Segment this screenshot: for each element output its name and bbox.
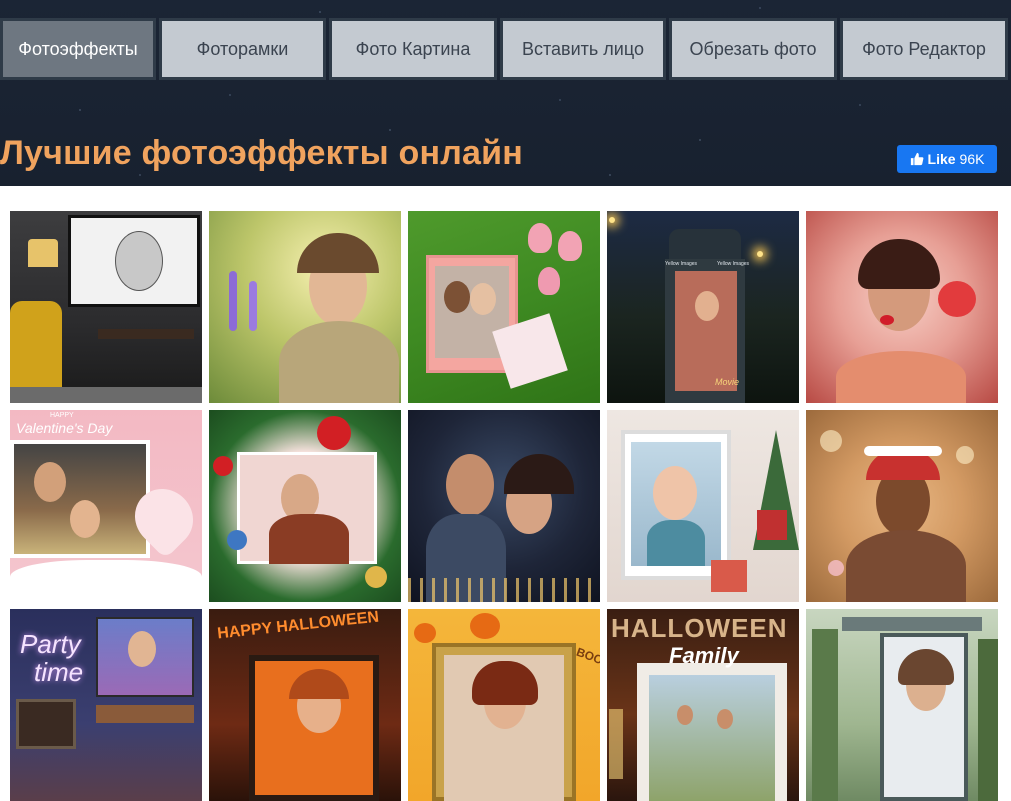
thumbs-up-icon xyxy=(910,152,923,166)
like-label: Like xyxy=(927,151,956,167)
effect-tile-spring-flowers[interactable] xyxy=(209,211,401,403)
page-title: Лучшие фотоэффекты онлайн xyxy=(0,134,523,172)
tab-photo-effects[interactable]: Фотоэффекты xyxy=(0,18,156,80)
tab-insert-face[interactable]: Вставить лицо xyxy=(500,18,666,80)
tab-label: Вставить лицо xyxy=(522,38,644,59)
tab-photo-editor[interactable]: Фото Редактор xyxy=(840,18,1008,80)
party-label: Party xyxy=(20,629,81,659)
movie-label: Movie xyxy=(715,377,740,387)
yellow-images-label: Yellow Images xyxy=(665,261,698,267)
effect-tile-couple-lights[interactable] xyxy=(408,410,600,602)
effect-tile-grass-frame[interactable] xyxy=(408,211,600,403)
effect-tile-valentines[interactable]: HAPPY Valentine's Day xyxy=(10,410,202,602)
effect-tile-pencil-sketch[interactable] xyxy=(10,211,202,403)
effect-tile-christmas-wreath[interactable] xyxy=(209,410,401,602)
happy-halloween-label: HAPPY HALLOWEEN xyxy=(216,609,380,643)
page-header: Фотоэффекты Фоторамки Фото Картина Встав… xyxy=(0,0,1011,186)
effect-tile-pumpkin-frame[interactable]: BOO xyxy=(408,609,600,801)
effect-tile-ad-column[interactable]: Movie Yellow Images Yellow Images xyxy=(607,211,799,403)
effect-tile-golden-bokeh[interactable] xyxy=(806,410,998,602)
tab-label: Фоторамки xyxy=(196,38,289,59)
tab-label: Фото Редактор xyxy=(862,38,986,59)
tab-photo-picture[interactable]: Фото Картина xyxy=(329,18,497,80)
valentines-label: Valentine's Day xyxy=(16,420,113,436)
effect-tile-happy-halloween[interactable]: HAPPY HALLOWEEN xyxy=(209,609,401,801)
halloween-label: HALLOWEEN xyxy=(611,613,788,643)
happy-label: HAPPY xyxy=(50,412,74,419)
tab-crop-photo[interactable]: Обрезать фото xyxy=(669,18,837,80)
time-label: time xyxy=(34,657,84,687)
yellow-images-label-2: Yellow Images xyxy=(717,261,750,267)
main-nav: Фотоэффекты Фоторамки Фото Картина Встав… xyxy=(0,18,1011,80)
boo-label: BOO xyxy=(574,644,600,668)
family-label: Family xyxy=(669,643,739,668)
tab-label: Фотоэффекты xyxy=(18,38,138,59)
facebook-like-button[interactable]: Like 96K xyxy=(897,145,997,173)
tab-label: Обрезать фото xyxy=(689,38,817,59)
effect-tile-red-rose[interactable] xyxy=(806,211,998,403)
tab-photo-frames[interactable]: Фоторамки xyxy=(159,18,326,80)
tab-label: Фото Картина xyxy=(355,38,471,59)
effect-tile-bus-stop[interactable] xyxy=(806,609,998,801)
effect-tile-party-time[interactable]: Party time xyxy=(10,609,202,801)
like-count: 96K xyxy=(959,151,985,167)
effect-tile-christmas-white-frame[interactable] xyxy=(607,410,799,602)
effect-tile-halloween-family[interactable]: HALLOWEEN Family xyxy=(607,609,799,801)
